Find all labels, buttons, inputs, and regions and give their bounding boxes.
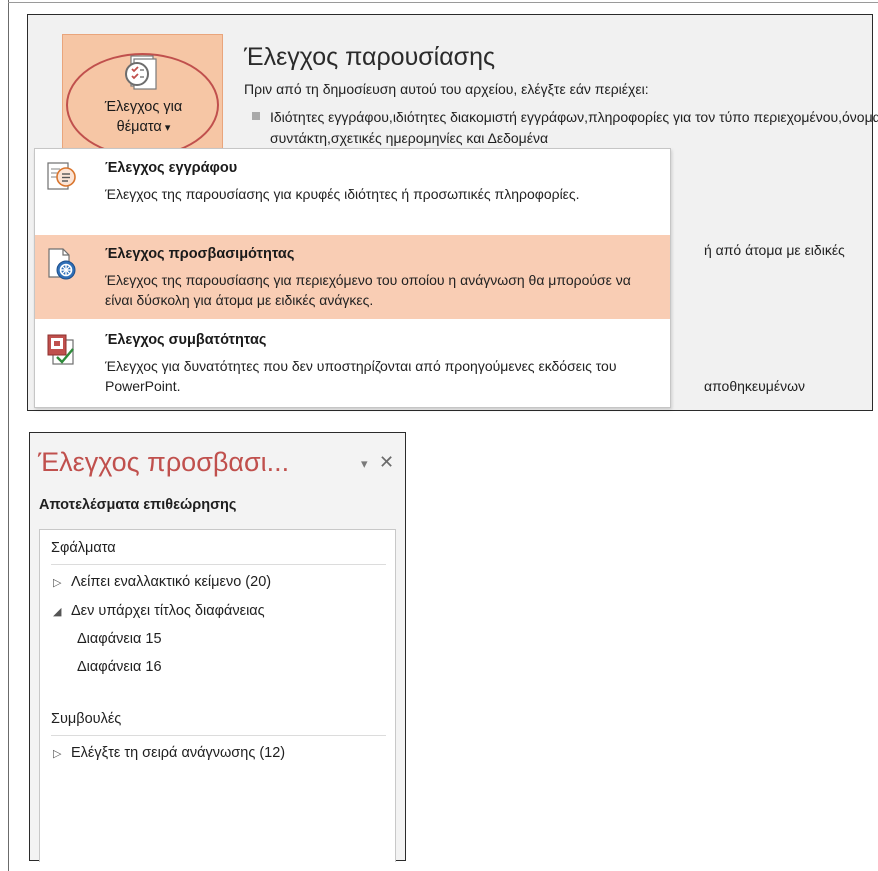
- inspect-document-icon: [47, 162, 76, 190]
- error-item-slide-15[interactable]: Διαφάνεια 15: [77, 631, 162, 647]
- inspect-presentation-title: Έλεγχος παρουσίασης: [244, 43, 496, 71]
- compatibility-icon: [47, 334, 74, 365]
- collapsed-arrow-icon: ▷: [53, 748, 62, 760]
- accessibility-icon: [48, 248, 76, 280]
- menu-title-inspect-document: Έλεγχος εγγράφου: [105, 160, 238, 176]
- menu-desc-check-accessibility: Έλεγχος της παρουσίασης για περιεχόμενο …: [105, 272, 631, 308]
- inspection-results-heading: Αποτελέσματα επιθεώρησης: [39, 497, 237, 513]
- error-label: Δεν υπάρχει τίτλος διαφάνειας: [71, 603, 265, 619]
- errors-divider: [51, 564, 386, 565]
- error-missing-slide-title[interactable]: ◢ Δεν υπάρχει τίτλος διαφάνειας: [53, 603, 265, 619]
- expanded-arrow-icon: ◢: [53, 606, 62, 618]
- error-item-slide-16[interactable]: Διαφάνεια 16: [77, 659, 162, 675]
- page-frame-left: [8, 0, 9, 871]
- bullet-marker: [252, 112, 260, 120]
- pane-title: Έλεγχος προσβασι...: [38, 447, 290, 477]
- collapsed-arrow-icon: ▷: [53, 577, 62, 589]
- menu-item-check-accessibility[interactable]: Έλεγχος προσβασιμότητας Έλεγχος της παρο…: [35, 235, 670, 319]
- accessibility-summary-fragment: ή από άτομα με ειδικές: [704, 242, 845, 258]
- accessibility-checker-pane: Έλεγχος προσβασι... ▾ ✕ Αποτελέσματα επι…: [29, 432, 406, 862]
- compatibility-summary-fragment: αποθηκευμένων: [704, 378, 806, 394]
- menu-desc-inspect-document: Έλεγχος της παρουσίασης για κρυφές ιδιότ…: [105, 186, 580, 202]
- check-issues-line1: Έλεγχος για: [104, 99, 183, 115]
- inspect-intro-text: Πριν από τη δημοσίευση αυτού του αρχείου…: [244, 81, 649, 97]
- menu-desc-check-compatibility: Έλεγχος για δυνατότητες που δεν υποστηρί…: [105, 358, 617, 394]
- errors-section-header: Σφάλματα: [51, 540, 116, 556]
- pane-options-chevron-icon[interactable]: ▾: [361, 457, 375, 471]
- menu-item-check-compatibility[interactable]: Έλεγχος συμβατότητας Έλεγχος για δυνατότ…: [35, 321, 670, 407]
- tips-divider: [51, 735, 386, 736]
- error-missing-alt-text[interactable]: ▷ Λείπει εναλλακτικό κείμενο (20): [53, 574, 271, 590]
- check-issues-dropdown-menu: Έλεγχος εγγράφου Έλεγχος της παρουσίασης…: [34, 148, 671, 408]
- check-for-issues-icon: [125, 55, 157, 90]
- tips-section-header: Συμβουλές: [51, 711, 122, 727]
- error-label: Λείπει εναλλακτικό κείμενο (20): [71, 574, 272, 590]
- menu-title-check-compatibility: Έλεγχος συμβατότητας: [105, 332, 267, 348]
- check-issues-line2: θέματα: [63, 117, 224, 138]
- check-for-issues-button[interactable]: Έλεγχος για θέματα: [62, 34, 223, 161]
- menu-title-check-accessibility: Έλεγχος προσβασιμότητας: [105, 246, 295, 262]
- check-for-issues-label: Έλεγχος για θέματα: [63, 97, 224, 138]
- inspect-detail-text: Ιδιότητες εγγράφου,ιδιότητες διακομιστή …: [270, 109, 878, 146]
- pane-close-icon[interactable]: ✕: [379, 453, 397, 471]
- tip-check-reading-order[interactable]: ▷ Ελέγξτε τη σειρά ανάγνωσης (12): [53, 745, 285, 761]
- tip-label: Ελέγξτε τη σειρά ανάγνωσης (12): [71, 745, 286, 761]
- menu-item-inspect-document[interactable]: Έλεγχος εγγράφου Έλεγχος της παρουσίασης…: [35, 149, 670, 235]
- inspection-results-list: Σφάλματα ▷ Λείπει εναλλακτικό κείμενο (20…: [39, 529, 396, 862]
- page-frame-top: [8, 2, 878, 3]
